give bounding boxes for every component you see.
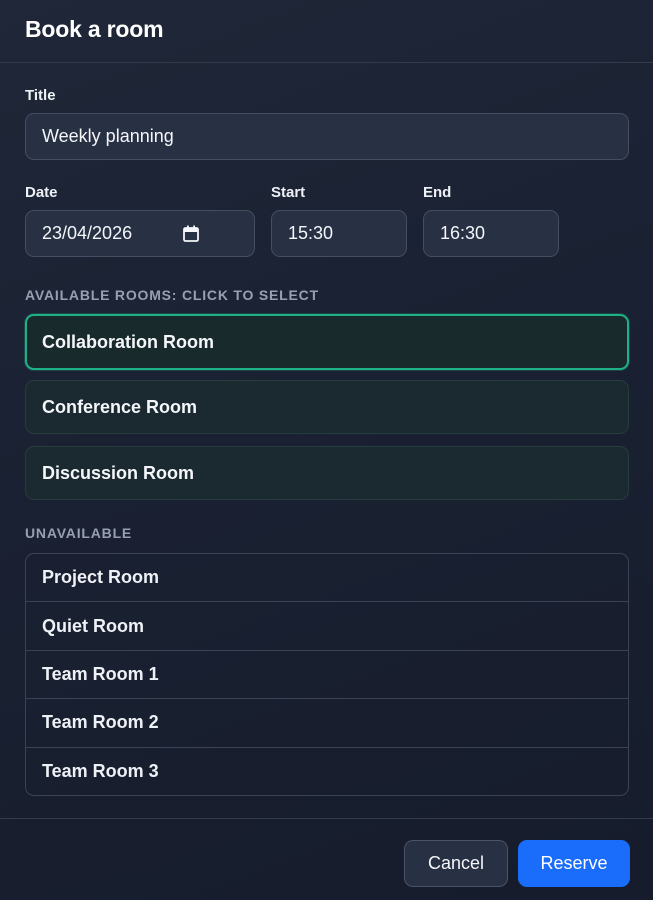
unavailable-room-label: Quiet Room xyxy=(42,615,144,636)
unavailable-room-label: Project Room xyxy=(42,567,160,588)
unavailable-room-item: Quiet Room xyxy=(26,602,628,651)
book-room-dialog: Book a room Title Weekly planning Date 2… xyxy=(0,0,653,900)
unavailable-room-label: Team Room 3 xyxy=(42,761,159,782)
unavailable-room-item: Team Room 3 xyxy=(26,748,628,795)
unavailable-room-label: Team Room 1 xyxy=(42,663,159,684)
date-input[interactable]: 23/04/2026 xyxy=(25,210,255,257)
unavailable-rooms-list: Project Room Quiet Room Team Room 1 Team… xyxy=(25,553,629,796)
room-option-label: Discussion Room xyxy=(42,462,195,483)
room-option-collaboration[interactable]: Collaboration Room xyxy=(25,314,629,370)
calendar-icon[interactable] xyxy=(183,225,199,242)
reserve-button[interactable]: Reserve xyxy=(518,840,630,887)
unavailable-rooms-heading: UNAVAILABLE xyxy=(25,525,133,541)
end-label: End xyxy=(423,184,452,201)
start-time-value: 15:30 xyxy=(288,223,334,243)
title-input[interactable]: Weekly planning xyxy=(25,113,629,160)
room-option-discussion[interactable]: Discussion Room xyxy=(25,446,629,500)
available-rooms-heading: AVAILABLE ROOMS: CLICK TO SELECT xyxy=(25,287,319,303)
end-time-input[interactable]: 16:30 xyxy=(423,210,559,257)
start-time-input[interactable]: 15:30 xyxy=(271,210,407,257)
cancel-button[interactable]: Cancel xyxy=(404,840,508,887)
end-time-value: 16:30 xyxy=(440,223,486,243)
dialog-title: Book a room xyxy=(25,16,164,42)
date-label: Date xyxy=(25,184,58,201)
unavailable-room-item: Team Room 1 xyxy=(26,651,628,700)
room-option-label: Conference Room xyxy=(42,396,198,417)
room-option-label: Collaboration Room xyxy=(42,331,214,352)
room-option-conference[interactable]: Conference Room xyxy=(25,380,629,434)
dialog-header: Book a room xyxy=(0,0,653,63)
unavailable-room-label: Team Room 2 xyxy=(42,712,159,733)
dialog-footer: Cancel Reserve xyxy=(0,818,653,900)
date-input-value: 23/04/2026 xyxy=(42,223,133,243)
unavailable-room-item: Team Room 2 xyxy=(26,699,628,748)
unavailable-room-item: Project Room xyxy=(26,554,628,603)
title-label: Title xyxy=(25,87,56,104)
start-label: Start xyxy=(271,184,306,201)
title-input-value: Weekly planning xyxy=(42,126,174,146)
